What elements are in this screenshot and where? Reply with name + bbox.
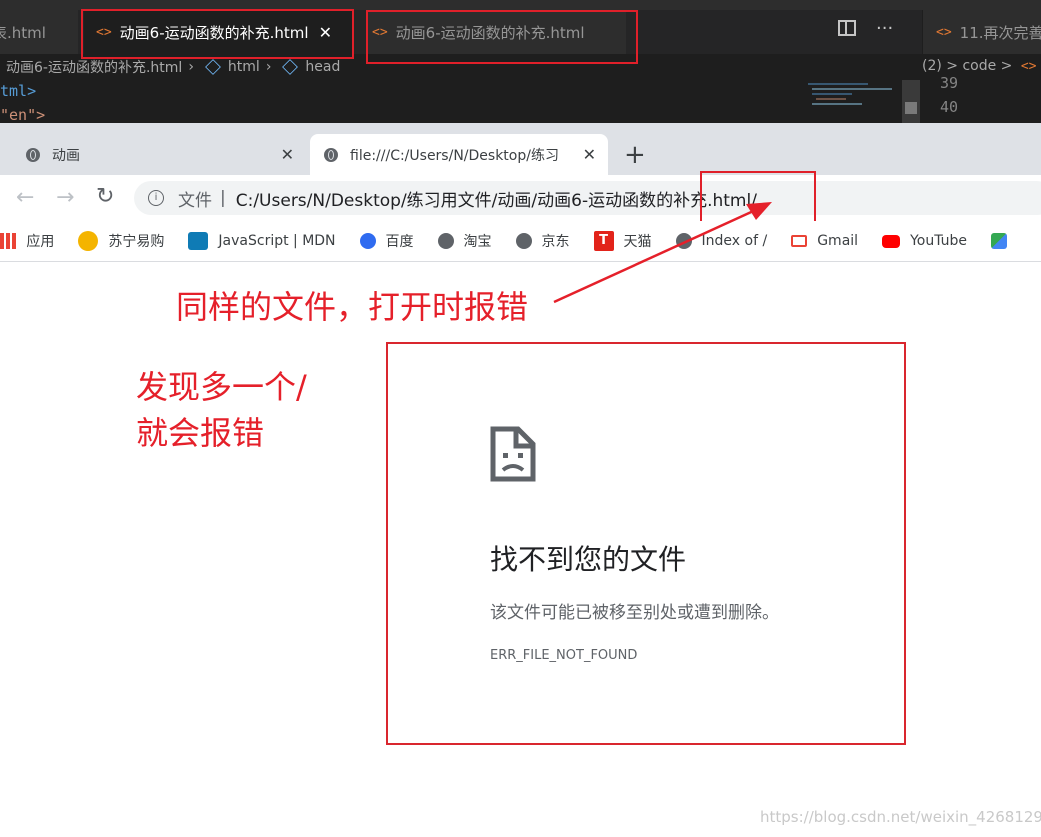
editor-tab-label: 11.再次完善	[959, 23, 1041, 42]
bookmark-mdn[interactable]: JavaScript | MDN	[188, 232, 336, 250]
line-number: 39	[940, 74, 959, 92]
highlight-box	[366, 10, 638, 64]
suning-icon	[78, 231, 99, 251]
forward-icon[interactable]: →	[56, 185, 74, 210]
error-code: ERR_FILE_NOT_FOUND	[490, 648, 638, 663]
browser-tab[interactable]: 动画 ✕	[18, 134, 302, 175]
more-actions-icon[interactable]: ···	[876, 18, 893, 39]
globe-icon	[26, 147, 40, 162]
highlight-box	[81, 9, 354, 59]
error-description: 该文件可能已被移至别处或遭到删除。	[490, 603, 779, 623]
annotation-text: 同样的文件，打开时报错	[176, 288, 529, 326]
scrollbar[interactable]	[902, 80, 920, 123]
bookmark-label: 苏宁易购	[108, 234, 165, 250]
line-number: 40	[940, 98, 959, 116]
apps-grid-icon	[0, 233, 17, 249]
youtube-icon	[882, 234, 901, 248]
maps-icon	[991, 233, 1007, 249]
address-divider: |	[220, 188, 226, 208]
chevron-right-icon: ›	[265, 59, 272, 75]
bookmark-label: Gmail	[817, 233, 859, 249]
annotation-arrow	[553, 202, 772, 304]
breadcrumb-head[interactable]: head	[305, 59, 340, 75]
breadcrumb-file[interactable]: 动画6-运动函数的补充.html	[6, 57, 182, 77]
watermark: https://blog.csdn.net/weixin_42681295	[760, 808, 1041, 826]
code-text: "en">	[0, 106, 46, 123]
bookmark-suning[interactable]: 苏宁易购	[78, 231, 164, 251]
html-file-icon: <>	[1020, 59, 1037, 74]
symbol-icon	[282, 59, 299, 75]
editor-tab-label: 表.html	[0, 23, 46, 42]
close-tab-icon[interactable]: ✕	[281, 145, 294, 164]
bookmark-gmail[interactable]: Gmail	[791, 233, 858, 249]
baidu-icon	[359, 233, 376, 249]
bookmarks-bar: 应用 苏宁易购 JavaScript | MDN 百度 淘宝 京东 T 天猫 I…	[0, 221, 1041, 262]
annotation-text: 就会报错	[136, 414, 265, 452]
bookmark-label: YouTube	[910, 233, 967, 249]
code-line: "en">	[0, 106, 45, 123]
bookmark-baidu[interactable]: 百度	[359, 231, 414, 251]
bookmark-apps[interactable]: 应用	[0, 231, 54, 251]
info-icon[interactable]: i	[148, 190, 164, 206]
error-title: 找不到您的文件	[490, 543, 687, 576]
breadcrumb: 动画6-运动函数的补充.html › html › head	[6, 56, 340, 78]
globe-icon	[324, 147, 338, 162]
bookmark-maps[interactable]	[991, 233, 1017, 249]
reload-icon[interactable]: ↻	[96, 184, 114, 209]
address-scheme-label: 文件	[178, 190, 212, 211]
bookmark-youtube[interactable]: YouTube	[882, 233, 967, 249]
bookmark-taobao[interactable]: 淘宝	[437, 231, 492, 251]
new-tab-icon[interactable]: +	[624, 140, 646, 170]
bookmark-label: 淘宝	[463, 234, 492, 250]
symbol-icon	[205, 59, 221, 75]
close-tab-icon[interactable]: ✕	[583, 145, 596, 164]
sad-file-icon	[490, 426, 536, 482]
code-line: tml>	[0, 82, 36, 100]
chevron-right-icon: ›	[188, 59, 194, 75]
globe-icon	[437, 233, 454, 249]
breadcrumb-html[interactable]: html	[228, 59, 260, 75]
bookmark-label: 应用	[26, 234, 55, 250]
globe-icon	[515, 233, 532, 249]
browser-tab-title: file:///C:/Users/N/Desktop/练习	[350, 147, 559, 164]
minimap[interactable]	[804, 80, 900, 122]
breadcrumb-secondary: (2) > code > <>	[922, 58, 1037, 74]
bookmark-label: 百度	[385, 234, 414, 250]
bookmark-label: JavaScript | MDN	[218, 233, 336, 249]
html-file-icon: <>	[936, 24, 952, 40]
gmail-icon	[791, 235, 808, 247]
editor-tab[interactable]: <> 11.再次完善	[936, 10, 1041, 54]
browser-tab-active[interactable]: file:///C:/Users/N/Desktop/练习 ✕	[310, 134, 608, 175]
editor-tab[interactable]: 表.html	[0, 10, 78, 54]
mdn-icon	[188, 232, 209, 250]
error-page-box: 找不到您的文件 该文件可能已被移至别处或遭到删除。 ERR_FILE_NOT_F…	[386, 342, 906, 745]
split-editor-icon[interactable]	[838, 20, 856, 36]
code-text: tml>	[0, 82, 37, 100]
browser-tab-title: 动画	[52, 147, 80, 164]
breadcrumb-secondary-label[interactable]: (2) > code >	[922, 58, 1012, 74]
back-icon[interactable]: ←	[16, 185, 34, 210]
annotation-text: 发现多一个/	[136, 368, 307, 406]
